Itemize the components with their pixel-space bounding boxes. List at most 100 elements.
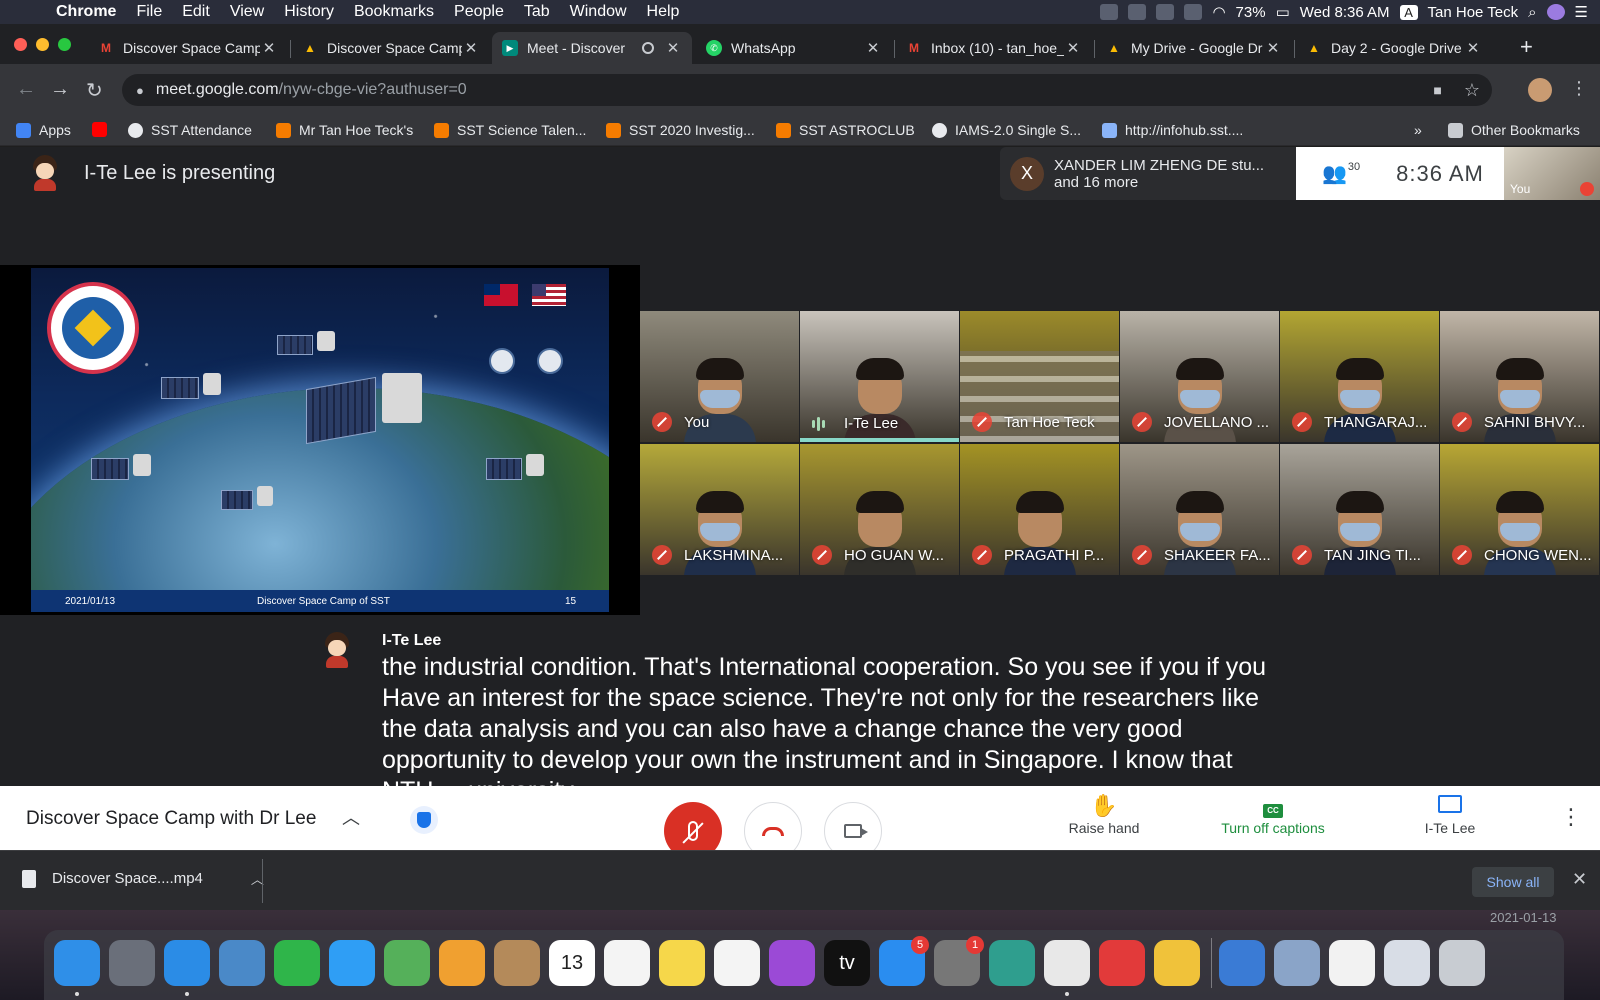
participant-tile[interactable]: TAN JING TI... bbox=[1280, 444, 1439, 575]
menu-tab[interactable]: Tab bbox=[514, 0, 560, 24]
input-source-icon[interactable]: A bbox=[1399, 4, 1418, 20]
menu-people[interactable]: People bbox=[444, 0, 514, 24]
menu-edit[interactable]: Edit bbox=[172, 0, 220, 24]
calendar-icon[interactable]: 13 bbox=[549, 940, 595, 986]
more-options-icon[interactable]: ⋮ bbox=[1560, 804, 1582, 830]
menubar-clock[interactable]: Wed 8:36 AM bbox=[1300, 4, 1390, 21]
close-tab-icon[interactable]: ✕ bbox=[1064, 39, 1082, 57]
people-button[interactable]: 👥 30 bbox=[1322, 161, 1360, 186]
host-controls-shield-icon[interactable] bbox=[410, 806, 438, 834]
bookmark-star-icon[interactable]: ☆ bbox=[1464, 80, 1480, 101]
menu-bookmarks[interactable]: Bookmarks bbox=[344, 0, 444, 24]
bookmark-sst-attendance[interactable]: SST Attendance bbox=[128, 122, 252, 138]
menu-file[interactable]: File bbox=[126, 0, 172, 24]
tab-drive-discover[interactable]: ▲ Discover Space Camp ✕ bbox=[292, 32, 490, 64]
battery-icon[interactable]: ▭ bbox=[1276, 3, 1290, 21]
maximize-window-button[interactable] bbox=[58, 38, 71, 51]
wifi-icon[interactable]: ◠ bbox=[1212, 3, 1225, 21]
downloads-stack-icon[interactable] bbox=[1384, 940, 1430, 986]
bookmark-sst-2020[interactable]: SST 2020 Investig... bbox=[606, 122, 755, 138]
close-tab-icon[interactable]: ✕ bbox=[462, 39, 480, 57]
security-app-icon[interactable] bbox=[1099, 940, 1145, 986]
bookmark-iams[interactable]: IAMS-2.0 Single S... bbox=[932, 122, 1081, 138]
chrome-icon[interactable] bbox=[1044, 940, 1090, 986]
status-app-icon[interactable] bbox=[1100, 4, 1119, 20]
close-tab-icon[interactable]: ✕ bbox=[260, 39, 278, 57]
bookmark-sst-science[interactable]: SST Science Talen... bbox=[434, 122, 586, 138]
participants-summary[interactable]: X XANDER LIM ZHENG DE stu... and 16 more bbox=[1000, 147, 1296, 200]
close-tab-icon[interactable]: ✕ bbox=[1464, 39, 1482, 57]
menu-help[interactable]: Help bbox=[637, 0, 690, 24]
safari-icon[interactable] bbox=[164, 940, 210, 986]
camera-permission-icon[interactable]: ■ bbox=[1433, 82, 1441, 98]
appstore-icon[interactable]: 5 bbox=[879, 936, 929, 986]
participant-tile[interactable]: JOVELLANO ... bbox=[1120, 311, 1279, 442]
contacts-icon[interactable] bbox=[494, 940, 540, 986]
meeting-details-title[interactable]: Discover Space Camp with Dr Lee bbox=[26, 808, 316, 830]
tab-meet[interactable]: ▶ Meet - Discover ✕ bbox=[492, 32, 692, 64]
music-icon[interactable] bbox=[714, 940, 760, 986]
tab-day2-drive[interactable]: ▲ Day 2 - Google Drive ✕ bbox=[1296, 32, 1492, 64]
system-preferences-icon[interactable]: 1 bbox=[934, 936, 984, 986]
spotlight-icon[interactable]: ⌕ bbox=[1528, 4, 1536, 21]
participant-tile[interactable]: Tan Hoe Teck bbox=[960, 311, 1119, 442]
participant-tile[interactable]: HO GUAN W... bbox=[800, 444, 959, 575]
captions-toggle-button[interactable]: CC Turn off captions bbox=[1208, 792, 1338, 836]
menu-history[interactable]: History bbox=[274, 0, 344, 24]
new-tab-button[interactable]: + bbox=[1520, 34, 1533, 60]
raise-hand-button[interactable]: ✋ Raise hand bbox=[1054, 792, 1154, 836]
show-all-downloads-button[interactable]: Show all bbox=[1472, 867, 1554, 897]
globe-status-icon[interactable] bbox=[1128, 4, 1147, 20]
mail-eagle-icon[interactable] bbox=[219, 940, 265, 986]
bookmark-astroclub[interactable]: SST ASTROCLUB bbox=[776, 122, 915, 138]
keynote-icon[interactable] bbox=[1219, 940, 1265, 986]
notes-icon[interactable] bbox=[659, 940, 705, 986]
airplay-icon[interactable] bbox=[1184, 4, 1203, 20]
download-item[interactable]: Discover Space....mp4 ︿ bbox=[22, 869, 264, 888]
chrome-menu-icon[interactable]: ⋮ bbox=[1570, 78, 1588, 99]
user-name[interactable]: Tan Hoe Teck bbox=[1428, 4, 1519, 21]
participant-tile[interactable]: I-Te Lee bbox=[800, 311, 959, 442]
facetime-icon[interactable] bbox=[274, 940, 320, 986]
podcasts-icon[interactable] bbox=[769, 940, 815, 986]
textedit-icon[interactable] bbox=[1329, 940, 1375, 986]
address-bar[interactable]: ● meet.google.com /nyw-cbge-vie?authuser… bbox=[122, 74, 1492, 106]
profile-avatar[interactable] bbox=[1528, 78, 1552, 102]
chevron-up-icon[interactable]: ︿ bbox=[342, 804, 360, 830]
bookmark-infohub[interactable]: http://infohub.sst.... bbox=[1102, 122, 1243, 138]
launchpad-icon[interactable] bbox=[109, 940, 155, 986]
preview-icon[interactable] bbox=[1274, 940, 1320, 986]
participant-tile[interactable]: LAKSHMINA... bbox=[640, 444, 799, 575]
siri-icon[interactable] bbox=[1546, 4, 1565, 20]
trash-icon[interactable] bbox=[1439, 940, 1485, 986]
back-arrow-icon[interactable]: ← bbox=[16, 78, 36, 101]
grid-app-icon[interactable] bbox=[1154, 940, 1200, 986]
maps-icon[interactable] bbox=[384, 940, 430, 986]
bookmarks-overflow-button[interactable]: » bbox=[1414, 122, 1422, 138]
close-tab-icon[interactable]: ✕ bbox=[1264, 39, 1282, 57]
close-tab-icon[interactable]: ✕ bbox=[864, 39, 882, 57]
notification-center-icon[interactable]: ☰ bbox=[1575, 3, 1588, 21]
bluetooth-status-icon[interactable] bbox=[1156, 4, 1175, 20]
presentation-view[interactable]: 2021/01/13 Discover Space Camp of SST 15 bbox=[0, 265, 640, 615]
bookmark-youtube[interactable] bbox=[92, 122, 115, 137]
participant-tile[interactable]: SHAKEER FA... bbox=[1120, 444, 1279, 575]
menu-view[interactable]: View bbox=[220, 0, 274, 24]
lock-icon[interactable]: ● bbox=[136, 83, 144, 98]
bookmark-mr-tan[interactable]: Mr Tan Hoe Teck's bbox=[276, 122, 413, 138]
other-bookmarks[interactable]: Other Bookmarks bbox=[1448, 122, 1580, 138]
menu-app-name[interactable]: Chrome bbox=[46, 0, 126, 24]
messages-icon[interactable] bbox=[329, 940, 375, 986]
participant-tile[interactable]: SAHNI BHVY... bbox=[1440, 311, 1599, 442]
tab-gmail-inbox[interactable]: M Inbox (10) - tan_hoe_ ✕ bbox=[896, 32, 1092, 64]
close-shelf-icon[interactable]: ✕ bbox=[1572, 869, 1587, 890]
close-tab-icon[interactable]: ✕ bbox=[664, 39, 682, 57]
tv-icon[interactable]: tv bbox=[824, 940, 870, 986]
self-view-thumbnail[interactable]: You bbox=[1504, 147, 1600, 200]
bookmark-apps[interactable]: Apps bbox=[16, 122, 71, 138]
finder-icon[interactable] bbox=[54, 940, 100, 986]
participant-tile[interactable]: THANGARAJ... bbox=[1280, 311, 1439, 442]
reload-icon[interactable]: ↻ bbox=[86, 78, 103, 103]
close-window-button[interactable] bbox=[14, 38, 27, 51]
minimize-window-button[interactable] bbox=[36, 38, 49, 51]
